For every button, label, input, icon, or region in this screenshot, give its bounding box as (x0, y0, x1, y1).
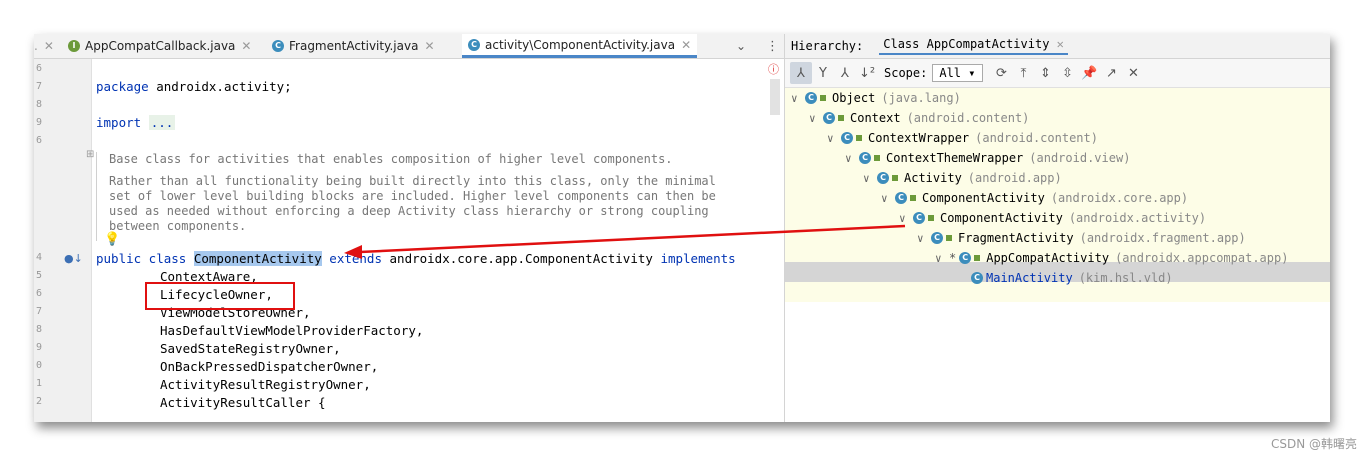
watermark: CSDN @韩曙亮 (1270, 437, 1357, 451)
annotation-arrow (344, 224, 906, 259)
